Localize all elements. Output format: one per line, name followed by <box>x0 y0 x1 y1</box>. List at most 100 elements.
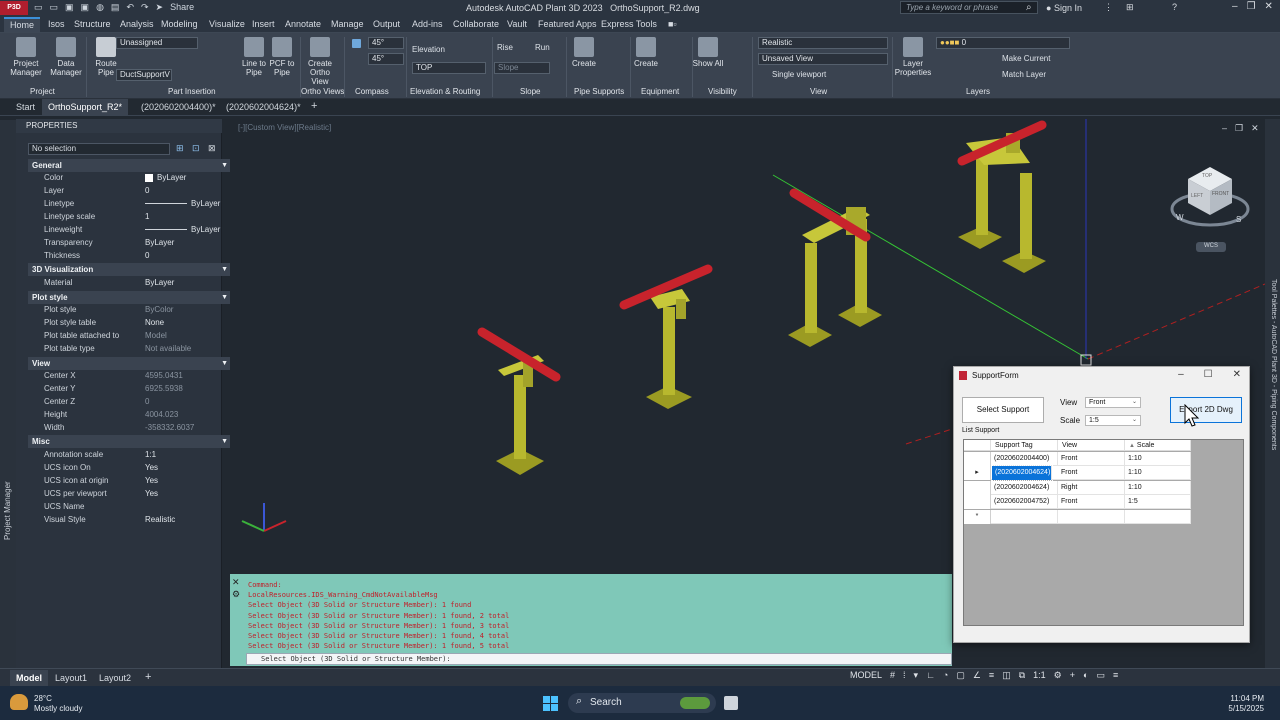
create-ortho-view-button[interactable]: Create Ortho View <box>302 37 338 86</box>
panel-view-label[interactable]: View <box>810 87 827 96</box>
dropdown-icon[interactable]: ▾ <box>914 670 919 681</box>
tab-output[interactable]: Output <box>373 19 400 29</box>
tab-insert[interactable]: Insert <box>252 19 275 29</box>
row-header[interactable] <box>964 481 991 495</box>
help-icon[interactable]: ⋮ <box>1104 2 1113 13</box>
panel-slope-label[interactable]: Slope <box>520 87 540 96</box>
sign-in-link[interactable]: ● Sign In <box>1046 3 1082 13</box>
otrack-icon[interactable]: ∠ <box>973 670 981 681</box>
autocad-taskbar-icon[interactable] <box>724 696 738 710</box>
cell-scale[interactable]: 1:10 <box>1125 466 1191 480</box>
web-icon[interactable]: ◍ <box>96 2 104 13</box>
panel-compass-label[interactable]: Compass <box>355 87 389 96</box>
create-equipment-button[interactable]: Create <box>628 37 664 68</box>
table-new-row[interactable]: * <box>964 510 1191 524</box>
project-manager-strip[interactable]: Project Manager <box>0 120 16 668</box>
create-support-button[interactable]: Create <box>566 37 602 68</box>
viewport-close-button[interactable]: ✕ <box>1251 123 1259 134</box>
tab-layout1[interactable]: Layout1 <box>55 673 87 683</box>
table-row[interactable]: (2020602004624) Right 1:10 <box>964 481 1191 495</box>
table-row[interactable]: (2020602004400) Front 1:10 <box>964 452 1191 466</box>
tab-model[interactable]: Model <box>10 670 48 686</box>
support-grid[interactable]: Support Tag View ▲ Scale (2020602004400)… <box>963 439 1244 626</box>
cell-support-tag[interactable]: (2020602004624) <box>991 465 1053 481</box>
windows-start-icon[interactable] <box>543 696 558 711</box>
prop-row[interactable]: UCS per viewport Yes <box>28 488 236 500</box>
view-select[interactable]: Front ⌄ <box>1085 397 1141 408</box>
prop-row[interactable]: Color ByLayer <box>28 172 236 184</box>
tab-isos[interactable]: Isos <box>48 19 65 29</box>
close-button[interactable]: ✕ <box>1265 1 1273 12</box>
dialog-close-button[interactable]: ✕ <box>1233 369 1241 380</box>
prop-row[interactable]: Annotation scale 1:1 <box>28 449 236 461</box>
tab-vault[interactable]: Vault <box>507 19 527 29</box>
cart-icon[interactable]: ⊞ <box>1126 2 1134 13</box>
prop-row[interactable]: Width -358332.6037 <box>28 422 236 434</box>
tab-add-ins[interactable]: Add-ins <box>412 19 443 29</box>
share-label[interactable]: Share <box>170 2 194 13</box>
cell-view[interactable]: Front <box>1058 452 1125 466</box>
show-all-button[interactable]: Show All <box>690 37 726 68</box>
print-icon[interactable]: ▤ <box>111 2 120 13</box>
prop-row[interactable]: Center Z 0 <box>28 396 236 408</box>
compass-angle-select[interactable]: 45° <box>368 37 404 49</box>
system-clock[interactable]: 11:04 PM 5/15/2025 <box>1228 694 1264 714</box>
pickadd-icon[interactable]: ⊠ <box>208 143 216 154</box>
pipe-support-3[interactable] <box>788 188 882 347</box>
select-objects-icon[interactable]: ⊡ <box>192 143 200 154</box>
export-2d-dwg-button[interactable]: Export 2D Dwg <box>1170 397 1242 423</box>
minimize-button[interactable]: – <box>1232 1 1238 12</box>
section-view[interactable]: View ▼ <box>28 357 236 370</box>
help-circle-icon[interactable]: ? <box>1172 2 1177 12</box>
selection-dropdown[interactable]: No selection <box>28 143 170 155</box>
model-space-button[interactable]: MODEL <box>850 670 882 681</box>
row-header[interactable] <box>964 495 991 509</box>
viewport-config-select[interactable]: Single viewport <box>772 69 826 81</box>
section-misc[interactable]: Misc ▼ <box>28 435 236 448</box>
data-manager-button[interactable]: Data Manager <box>48 37 84 77</box>
gear-icon[interactable]: ⚙ <box>1054 670 1062 681</box>
tab-visualize[interactable]: Visualize <box>209 19 245 29</box>
panel-project-label[interactable]: Project <box>30 87 55 96</box>
save-as-icon[interactable]: ▣ <box>81 2 90 13</box>
make-current-button[interactable]: Make Current <box>1002 53 1050 65</box>
prop-row[interactable]: Visual Style Realistic <box>28 514 236 526</box>
section-general[interactable]: General ▼ <box>28 159 236 172</box>
snap-icon[interactable]: ⁞ <box>903 670 906 681</box>
lineweight-icon[interactable]: ≡ <box>989 670 994 681</box>
prop-row[interactable]: Linetype ByLayer <box>28 198 236 210</box>
cell-scale[interactable]: 1:10 <box>1125 452 1191 466</box>
support-type-selector[interactable]: DuctSupportV <box>116 69 172 81</box>
fullscreen-icon[interactable]: ▭ <box>1096 670 1105 681</box>
section-3d-visualization[interactable]: 3D Visualization ▼ <box>28 263 236 276</box>
tab-layout2[interactable]: Layout2 <box>99 673 131 683</box>
ortho-icon[interactable]: ∟ <box>926 670 935 681</box>
restore-button[interactable]: ❐ <box>1247 1 1256 12</box>
open-icon[interactable]: ▭ <box>50 2 59 13</box>
panel-layers-label[interactable]: Layers <box>966 87 990 96</box>
app-logo[interactable]: P3D <box>0 1 28 15</box>
layer-properties-button[interactable]: Layer Properties <box>894 37 932 77</box>
column-header-scale[interactable]: ▲ Scale <box>1125 440 1191 451</box>
row-header-current[interactable]: ▸ <box>964 466 991 480</box>
prop-row[interactable]: UCS icon at origin Yes <box>28 475 236 487</box>
tab-structure[interactable]: Structure <box>74 19 111 29</box>
doc-tab[interactable]: (2020602004400)* <box>141 102 216 112</box>
cell-view[interactable] <box>1058 510 1125 524</box>
prop-row[interactable]: Plot table attached to Model <box>28 330 236 342</box>
select-support-button[interactable]: Select Support <box>962 397 1044 423</box>
doc-tab-start[interactable]: Start <box>16 102 35 112</box>
search-icon[interactable]: ⌕ <box>1026 2 1032 13</box>
prop-row[interactable]: Material ByLayer <box>28 277 236 289</box>
named-view-select[interactable]: Unsaved View <box>758 53 888 65</box>
table-row[interactable]: (2020602004752) Front 1:5 <box>964 495 1191 509</box>
tab-home[interactable]: Home <box>4 17 41 32</box>
prop-row[interactable]: Linetype scale 1 <box>28 211 236 223</box>
tab-express-tools[interactable]: Express Tools <box>601 19 657 29</box>
tab-analysis[interactable]: Analysis <box>120 19 154 29</box>
redo-icon[interactable]: ↷ <box>141 2 149 13</box>
panel-pipe-supports-label[interactable]: Pipe Supports <box>574 87 624 96</box>
layer-select[interactable]: ●●■■ 0 <box>936 37 1070 49</box>
panel-elevation-routing-label[interactable]: Elevation & Routing <box>410 87 480 96</box>
command-settings-icon[interactable]: ⚙ <box>232 588 244 600</box>
